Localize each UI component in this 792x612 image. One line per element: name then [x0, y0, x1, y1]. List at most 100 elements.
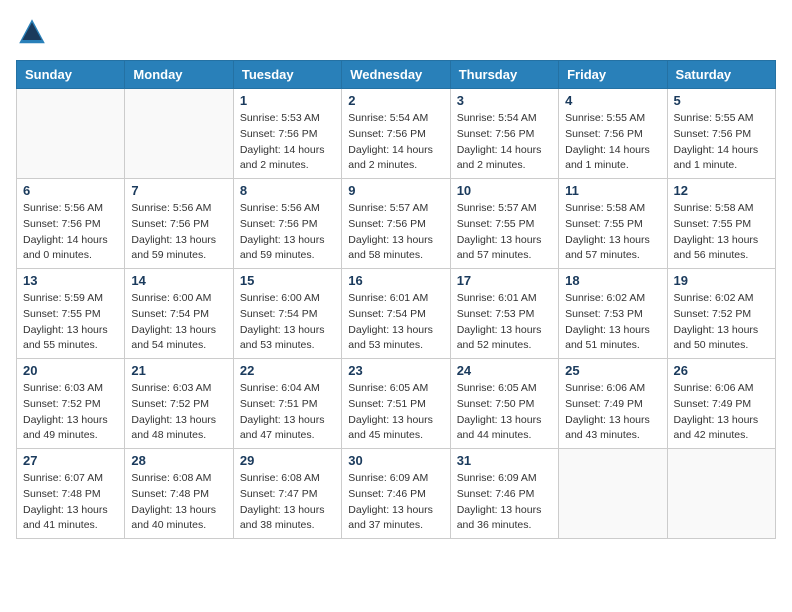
- calendar-cell: 31 Sunrise: 6:09 AM Sunset: 7:46 PM Dayli…: [450, 449, 558, 539]
- calendar-cell: 27 Sunrise: 6:07 AM Sunset: 7:48 PM Dayli…: [17, 449, 125, 539]
- weekday-header: Tuesday: [233, 61, 341, 89]
- calendar-cell: 1 Sunrise: 5:53 AM Sunset: 7:56 PM Daylig…: [233, 89, 341, 179]
- day-number: 27: [23, 453, 118, 468]
- day-info: Sunrise: 6:09 AM Sunset: 7:46 PM Dayligh…: [457, 471, 552, 534]
- day-number: 11: [565, 183, 660, 198]
- calendar-cell: 18Sunrise: 6:02 AM Sunset: 7:53 PM Dayli…: [559, 269, 667, 359]
- day-info: Sunrise: 6:08 AM Sunset: 7:48 PM Dayligh…: [131, 471, 226, 534]
- day-info: Sunrise: 5:54 AM Sunset: 7:56 PM Dayligh…: [348, 111, 443, 174]
- calendar-cell: 15Sunrise: 6:00 AM Sunset: 7:54 PM Dayli…: [233, 269, 341, 359]
- day-info: Sunrise: 5:56 AM Sunset: 7:56 PM Dayligh…: [240, 201, 335, 264]
- calendar-cell: [125, 89, 233, 179]
- calendar-cell: 3 Sunrise: 5:54 AM Sunset: 7:56 PM Daylig…: [450, 89, 558, 179]
- calendar-cell: 9 Sunrise: 5:57 AM Sunset: 7:56 PM Daylig…: [342, 179, 450, 269]
- day-info: Sunrise: 5:53 AM Sunset: 7:56 PM Dayligh…: [240, 111, 335, 174]
- calendar-cell: 4 Sunrise: 5:55 AM Sunset: 7:56 PM Daylig…: [559, 89, 667, 179]
- day-info: Sunrise: 5:57 AM Sunset: 7:56 PM Dayligh…: [348, 201, 443, 264]
- day-info: Sunrise: 6:08 AM Sunset: 7:47 PM Dayligh…: [240, 471, 335, 534]
- day-info: Sunrise: 6:03 AM Sunset: 7:52 PM Dayligh…: [131, 381, 226, 444]
- weekday-header-row: SundayMondayTuesdayWednesdayThursdayFrid…: [17, 61, 776, 89]
- day-info: Sunrise: 6:05 AM Sunset: 7:50 PM Dayligh…: [457, 381, 552, 444]
- day-number: 12: [674, 183, 769, 198]
- day-info: Sunrise: 5:55 AM Sunset: 7:56 PM Dayligh…: [674, 111, 769, 174]
- day-number: 23: [348, 363, 443, 378]
- day-info: Sunrise: 5:55 AM Sunset: 7:56 PM Dayligh…: [565, 111, 660, 174]
- calendar-cell: 5Sunrise: 5:55 AM Sunset: 7:56 PM Daylig…: [667, 89, 775, 179]
- day-number: 2: [348, 93, 443, 108]
- calendar-week-row: 13Sunrise: 5:59 AM Sunset: 7:55 PM Dayli…: [17, 269, 776, 359]
- logo-icon: [16, 16, 48, 48]
- calendar-cell: 7 Sunrise: 5:56 AM Sunset: 7:56 PM Daylig…: [125, 179, 233, 269]
- calendar-cell: 22 Sunrise: 6:04 AM Sunset: 7:51 PM Dayli…: [233, 359, 341, 449]
- weekday-header: Thursday: [450, 61, 558, 89]
- day-number: 29: [240, 453, 335, 468]
- day-number: 4: [565, 93, 660, 108]
- day-info: Sunrise: 6:00 AM Sunset: 7:54 PM Dayligh…: [240, 291, 335, 354]
- calendar-cell: 30 Sunrise: 6:09 AM Sunset: 7:46 PM Dayli…: [342, 449, 450, 539]
- day-number: 22: [240, 363, 335, 378]
- calendar-cell: 29 Sunrise: 6:08 AM Sunset: 7:47 PM Dayli…: [233, 449, 341, 539]
- calendar-cell: 13Sunrise: 5:59 AM Sunset: 7:55 PM Dayli…: [17, 269, 125, 359]
- calendar-week-row: 6 Sunrise: 5:56 AM Sunset: 7:56 PM Daylig…: [17, 179, 776, 269]
- day-info: Sunrise: 5:57 AM Sunset: 7:55 PM Dayligh…: [457, 201, 552, 264]
- calendar-cell: 26 Sunrise: 6:06 AM Sunset: 7:49 PM Dayli…: [667, 359, 775, 449]
- day-info: Sunrise: 6:01 AM Sunset: 7:53 PM Dayligh…: [457, 291, 552, 354]
- calendar-cell: 2 Sunrise: 5:54 AM Sunset: 7:56 PM Daylig…: [342, 89, 450, 179]
- day-info: Sunrise: 6:00 AM Sunset: 7:54 PM Dayligh…: [131, 291, 226, 354]
- calendar-cell: 14 Sunrise: 6:00 AM Sunset: 7:54 PM Dayli…: [125, 269, 233, 359]
- logo: [16, 16, 54, 48]
- day-number: 25: [565, 363, 660, 378]
- calendar-cell: 12 Sunrise: 5:58 AM Sunset: 7:55 PM Dayli…: [667, 179, 775, 269]
- calendar-week-row: 27 Sunrise: 6:07 AM Sunset: 7:48 PM Dayli…: [17, 449, 776, 539]
- day-number: 20: [23, 363, 118, 378]
- day-info: Sunrise: 5:56 AM Sunset: 7:56 PM Dayligh…: [131, 201, 226, 264]
- day-info: Sunrise: 5:58 AM Sunset: 7:55 PM Dayligh…: [674, 201, 769, 264]
- day-info: Sunrise: 5:54 AM Sunset: 7:56 PM Dayligh…: [457, 111, 552, 174]
- calendar-cell: 16 Sunrise: 6:01 AM Sunset: 7:54 PM Dayli…: [342, 269, 450, 359]
- calendar-cell: 19 Sunrise: 6:02 AM Sunset: 7:52 PM Dayli…: [667, 269, 775, 359]
- day-info: Sunrise: 6:09 AM Sunset: 7:46 PM Dayligh…: [348, 471, 443, 534]
- weekday-header: Friday: [559, 61, 667, 89]
- day-info: Sunrise: 6:01 AM Sunset: 7:54 PM Dayligh…: [348, 291, 443, 354]
- day-number: 3: [457, 93, 552, 108]
- day-number: 8: [240, 183, 335, 198]
- calendar-cell: 20 Sunrise: 6:03 AM Sunset: 7:52 PM Dayli…: [17, 359, 125, 449]
- day-number: 26: [674, 363, 769, 378]
- day-number: 14: [131, 273, 226, 288]
- weekday-header: Wednesday: [342, 61, 450, 89]
- page-header: [16, 16, 776, 48]
- weekday-header: Sunday: [17, 61, 125, 89]
- day-info: Sunrise: 6:02 AM Sunset: 7:53 PM Dayligh…: [565, 291, 660, 354]
- day-info: Sunrise: 5:56 AM Sunset: 7:56 PM Dayligh…: [23, 201, 118, 264]
- calendar-week-row: 1 Sunrise: 5:53 AM Sunset: 7:56 PM Daylig…: [17, 89, 776, 179]
- calendar-cell: 11Sunrise: 5:58 AM Sunset: 7:55 PM Dayli…: [559, 179, 667, 269]
- calendar-cell: 21 Sunrise: 6:03 AM Sunset: 7:52 PM Dayli…: [125, 359, 233, 449]
- day-number: 30: [348, 453, 443, 468]
- day-number: 21: [131, 363, 226, 378]
- day-number: 7: [131, 183, 226, 198]
- calendar-cell: 6 Sunrise: 5:56 AM Sunset: 7:56 PM Daylig…: [17, 179, 125, 269]
- weekday-header: Saturday: [667, 61, 775, 89]
- day-info: Sunrise: 6:02 AM Sunset: 7:52 PM Dayligh…: [674, 291, 769, 354]
- calendar-cell: 25 Sunrise: 6:06 AM Sunset: 7:49 PM Dayli…: [559, 359, 667, 449]
- day-number: 16: [348, 273, 443, 288]
- calendar-cell: [17, 89, 125, 179]
- day-number: 17: [457, 273, 552, 288]
- day-info: Sunrise: 6:03 AM Sunset: 7:52 PM Dayligh…: [23, 381, 118, 444]
- day-number: 19: [674, 273, 769, 288]
- day-info: Sunrise: 6:07 AM Sunset: 7:48 PM Dayligh…: [23, 471, 118, 534]
- calendar-week-row: 20 Sunrise: 6:03 AM Sunset: 7:52 PM Dayli…: [17, 359, 776, 449]
- calendar-cell: 24Sunrise: 6:05 AM Sunset: 7:50 PM Dayli…: [450, 359, 558, 449]
- calendar-cell: 10Sunrise: 5:57 AM Sunset: 7:55 PM Dayli…: [450, 179, 558, 269]
- day-info: Sunrise: 6:04 AM Sunset: 7:51 PM Dayligh…: [240, 381, 335, 444]
- day-number: 6: [23, 183, 118, 198]
- day-info: Sunrise: 6:06 AM Sunset: 7:49 PM Dayligh…: [565, 381, 660, 444]
- day-number: 1: [240, 93, 335, 108]
- day-number: 31: [457, 453, 552, 468]
- day-number: 28: [131, 453, 226, 468]
- day-info: Sunrise: 5:59 AM Sunset: 7:55 PM Dayligh…: [23, 291, 118, 354]
- day-info: Sunrise: 6:06 AM Sunset: 7:49 PM Dayligh…: [674, 381, 769, 444]
- day-info: Sunrise: 6:05 AM Sunset: 7:51 PM Dayligh…: [348, 381, 443, 444]
- day-number: 9: [348, 183, 443, 198]
- calendar-cell: 28 Sunrise: 6:08 AM Sunset: 7:48 PM Dayli…: [125, 449, 233, 539]
